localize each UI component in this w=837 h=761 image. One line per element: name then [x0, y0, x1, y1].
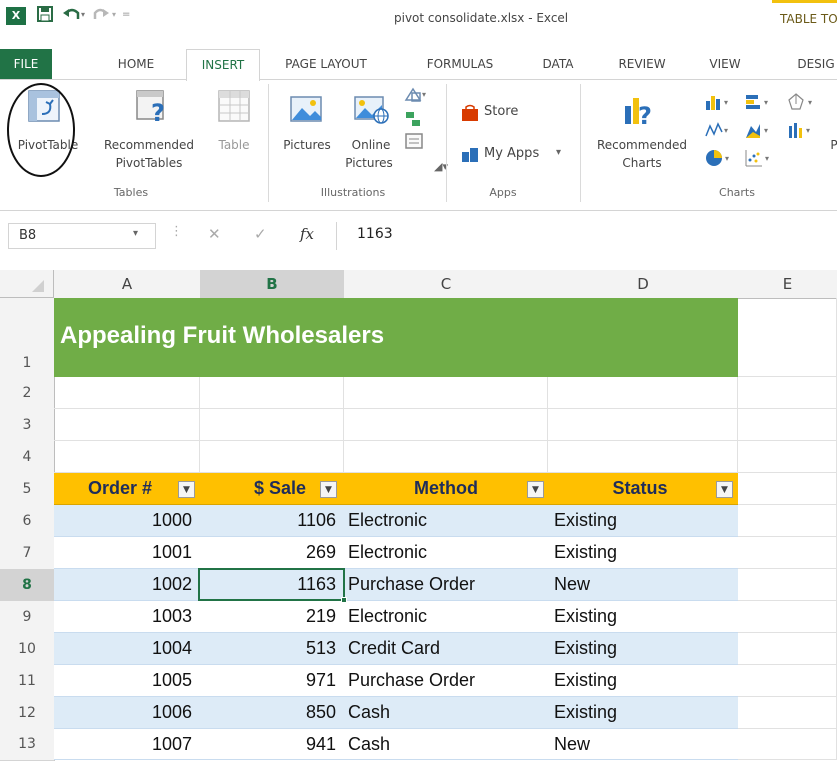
grid-cell[interactable]	[738, 633, 837, 665]
cell-sale[interactable]: 971	[200, 670, 344, 691]
row-header[interactable]: 9	[0, 601, 55, 634]
cell-status[interactable]: Existing	[550, 638, 738, 659]
filter-dropdown-icon[interactable]: ▼	[716, 481, 733, 498]
row-header[interactable]: 12	[0, 697, 55, 730]
column-header-a[interactable]: A	[54, 270, 201, 299]
cell-sale[interactable]: 219	[200, 606, 344, 627]
row-header[interactable]: 3	[0, 409, 55, 442]
grid-cell[interactable]	[344, 441, 548, 473]
row-header[interactable]: 10	[0, 633, 55, 666]
cell-status[interactable]: Existing	[550, 702, 738, 723]
column-heading: Method	[414, 478, 478, 498]
cell-order-number[interactable]: 1006	[54, 702, 200, 723]
grid-cell[interactable]	[738, 537, 837, 569]
column-header-e[interactable]: E	[738, 270, 837, 299]
row-header[interactable]: 2	[0, 377, 55, 410]
cell-method[interactable]: Cash	[344, 702, 548, 723]
fill-handle[interactable]	[341, 597, 347, 603]
row-header[interactable]: 7	[0, 537, 55, 570]
cell-method[interactable]: Electronic	[344, 510, 548, 531]
grid-cell[interactable]	[54, 409, 200, 441]
grid-cell[interactable]	[54, 441, 200, 473]
cell-status[interactable]: Existing	[550, 542, 738, 563]
grid-cell[interactable]	[344, 409, 548, 441]
column-heading: Status	[612, 478, 668, 498]
row-header[interactable]: 6	[0, 505, 55, 538]
grid-cell[interactable]	[738, 377, 837, 409]
cell-sale[interactable]: 941	[200, 734, 344, 755]
cell-status[interactable]: Existing	[550, 670, 738, 691]
column-heading: Order #	[87, 478, 153, 498]
cell-method[interactable]: Credit Card	[344, 638, 548, 659]
grid-cell[interactable]	[738, 441, 837, 473]
row-header[interactable]: 1	[0, 298, 55, 378]
grid-cell[interactable]	[200, 377, 344, 409]
cell-sale[interactable]: 269	[200, 542, 344, 563]
grid-cell[interactable]	[738, 665, 837, 697]
grid-cell[interactable]	[54, 377, 200, 409]
filter-dropdown-icon[interactable]: ▼	[527, 481, 544, 498]
grid-cell[interactable]	[738, 298, 837, 377]
cell-sale[interactable]: 1106	[200, 510, 344, 531]
cell-order-number[interactable]: 1004	[54, 638, 200, 659]
grid-cell[interactable]	[548, 377, 738, 409]
cell-order-number[interactable]: 1000	[54, 510, 200, 531]
cell-method[interactable]: Purchase Order	[344, 670, 548, 691]
grid-cell[interactable]	[738, 505, 837, 537]
cell-order-number[interactable]: 1001	[54, 542, 200, 563]
grid-cell[interactable]	[738, 729, 837, 760]
grid-cell[interactable]	[738, 697, 837, 729]
grid-cell[interactable]	[548, 441, 738, 473]
cell-sale[interactable]: 513	[200, 638, 344, 659]
cell-method[interactable]: Cash	[344, 734, 548, 755]
filter-dropdown-icon[interactable]: ▼	[178, 481, 195, 498]
column-header-c[interactable]: C	[344, 270, 549, 299]
row-header[interactable]: 13	[0, 729, 55, 761]
cell-status[interactable]: Existing	[550, 606, 738, 627]
grid-cell[interactable]	[738, 569, 837, 601]
row-header[interactable]: 5	[0, 473, 55, 506]
cell-status[interactable]: New	[550, 734, 738, 755]
cell-order-number[interactable]: 1002	[54, 574, 200, 595]
grid-cell[interactable]	[344, 377, 548, 409]
grid-cell[interactable]	[738, 601, 837, 633]
tab-insert[interactable]: INSERT	[186, 49, 260, 81]
grid-cell[interactable]	[548, 409, 738, 441]
sheet-title: Appealing Fruit Wholesalers	[60, 322, 385, 349]
cell-method[interactable]: Purchase Order	[344, 574, 548, 595]
cell-order-number[interactable]: 1003	[54, 606, 200, 627]
grid-cell[interactable]	[738, 473, 837, 505]
filter-dropdown-icon[interactable]: ▼	[320, 481, 337, 498]
row-header[interactable]: 8	[0, 569, 56, 602]
active-cell[interactable]	[198, 568, 345, 601]
column-header-b[interactable]: B	[200, 270, 345, 300]
grid-cell[interactable]	[200, 409, 344, 441]
cell-status[interactable]: Existing	[550, 510, 738, 531]
cell-order-number[interactable]: 1007	[54, 734, 200, 755]
row-header[interactable]: 11	[0, 665, 55, 698]
select-all-corner[interactable]	[0, 270, 54, 298]
cell-order-number[interactable]: 1005	[54, 670, 200, 691]
grid-cell[interactable]	[200, 441, 344, 473]
row-header[interactable]: 4	[0, 441, 55, 474]
grid-cell[interactable]	[738, 409, 837, 441]
cell-status[interactable]: New	[550, 574, 738, 595]
cell-method[interactable]: Electronic	[344, 542, 548, 563]
cell-method[interactable]: Electronic	[344, 606, 548, 627]
column-header-d[interactable]: D	[548, 270, 739, 299]
cell-sale[interactable]: 850	[200, 702, 344, 723]
